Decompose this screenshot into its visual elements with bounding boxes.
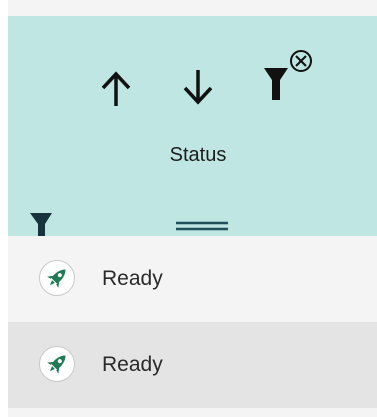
column-header: Status [8, 16, 377, 237]
column-resize-handle[interactable] [172, 216, 232, 236]
rocket-icon [47, 355, 66, 374]
list-item[interactable]: Ready [8, 236, 377, 322]
status-icon-badge [39, 260, 75, 296]
column-title: Status [169, 144, 227, 166]
list-item[interactable]: Ready [8, 322, 377, 408]
list-item-partial [8, 408, 377, 417]
arrow-up-icon [101, 71, 131, 106]
status-label: Ready [102, 353, 163, 376]
arrow-down-icon [183, 70, 213, 105]
filter-clear-icon [264, 50, 312, 100]
drag-handle-icon [176, 221, 228, 231]
rocket-icon [47, 269, 66, 288]
status-column-panel: Status Ready Ready [8, 0, 377, 417]
status-label: Ready [102, 267, 163, 290]
sort-ascending-button[interactable] [94, 66, 138, 110]
status-icon-badge [39, 346, 75, 382]
sort-descending-button[interactable] [176, 66, 220, 110]
top-strip [8, 0, 377, 16]
clear-filter-button[interactable] [252, 46, 322, 110]
